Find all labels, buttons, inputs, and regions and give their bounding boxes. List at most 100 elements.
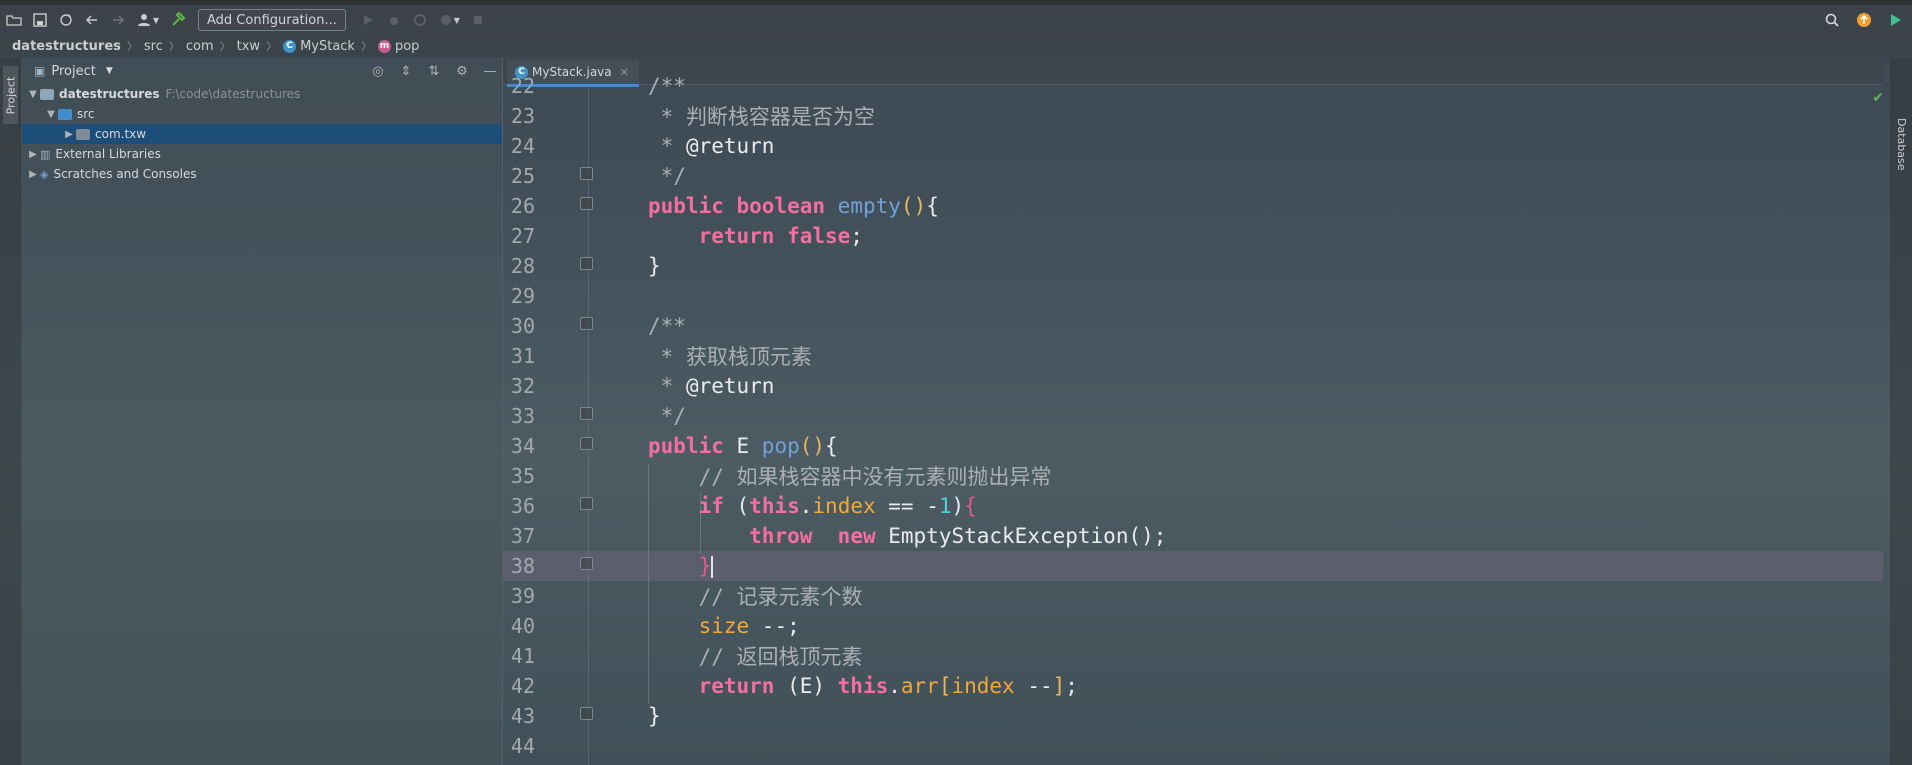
doc-comment-text: 判断栈容器是否为空 [685,105,875,129]
back-icon[interactable] [80,8,104,32]
line-number: 38 [510,554,535,578]
stop-icon[interactable] [466,8,490,32]
code-line: 28} [503,251,1883,281]
open-icon[interactable] [2,8,26,32]
hide-icon[interactable]: — [480,61,500,81]
plugin-icon[interactable] [1884,8,1908,32]
breadcrumb-com[interactable]: com [186,39,214,54]
code-line: 35 // 如果栈容器中没有元素则抛出异常 [503,461,1883,491]
tree-item-src[interactable]: ▼ src [22,104,502,124]
breadcrumb-separator: 〉 [168,40,180,53]
project-tool-window-button[interactable]: Project [3,66,18,124]
breadcrumb-project[interactable]: datestructures [12,39,121,54]
update-icon[interactable] [1852,8,1876,32]
code-text: public E pop(){ [648,434,838,458]
database-tool-button[interactable]: Database [1895,118,1908,171]
code-text: * @return [648,134,775,158]
breadcrumb-class[interactable]: C MyStack [283,39,355,54]
code-line: 33 */ [503,401,1883,431]
code-text: public boolean empty(){ [648,194,939,218]
code-text: throw new EmptyStackException(); [749,524,1167,548]
fold-marker-icon[interactable] [580,437,593,450]
code-line: 44 [503,731,1883,761]
gear-icon[interactable]: ⚙ [452,61,472,81]
breadcrumb-separator: 〉 [126,40,138,53]
fold-marker-icon[interactable] [580,497,593,510]
code-editor[interactable]: 22/** 23 * 判断栈容器是否为空 24 * @return 25 */ … [503,74,1883,765]
code-text: */ [648,404,686,428]
breadcrumb-method[interactable]: m pop [377,38,420,54]
debug-icon[interactable] [382,8,406,32]
add-configuration-button[interactable]: Add Configuration... [198,9,346,31]
line-number: 29 [510,284,535,308]
fold-marker-icon[interactable] [580,167,593,180]
breadcrumb-separator: 〉 [360,40,372,53]
line-number: 42 [510,674,535,698]
project-panel: ▣ Project ▼ ◎ ⇕ ⇅ ⚙ — ▼ datestructures F… [22,58,503,765]
line-number: 22 [510,74,535,98]
forward-icon[interactable] [106,8,130,32]
tree-item-label: External Libraries [55,147,161,161]
locate-icon[interactable]: ◎ [368,61,388,81]
fold-marker-icon[interactable] [580,197,593,210]
tree-item-external-libraries[interactable]: ▶ ▥ External Libraries [22,144,502,164]
source-folder-icon [58,108,72,120]
chevron-right-icon[interactable]: ▶ [62,129,76,140]
project-view-selector[interactable]: Project [51,64,95,79]
build-hammer-icon[interactable] [166,8,190,32]
left-tool-stripe [0,58,22,765]
line-number: 26 [510,194,535,218]
save-icon[interactable] [28,8,52,32]
chevron-right-icon[interactable]: ▶ [26,169,40,180]
search-icon[interactable] [1820,8,1844,32]
tree-item-label: Scratches and Consoles [53,167,197,181]
doc-comment-text: 获取栈顶元素 [685,345,812,369]
code-line: 23 * 判断栈容器是否为空 [503,101,1883,131]
breadcrumb-method-label: pop [394,38,420,54]
code-text: } [698,554,714,578]
project-tool-label: Project [4,76,18,114]
code-line: 41 // 返回栈顶元素 [503,641,1883,671]
code-text: * 判断栈容器是否为空 [648,105,875,129]
fold-marker-icon[interactable] [580,257,593,270]
tree-item-package[interactable]: ▶ com.txw [22,124,502,144]
fold-marker-icon[interactable] [580,707,593,720]
inspection-ok-icon[interactable]: ✔ [1872,90,1884,106]
code-text: */ [648,164,686,188]
code-line: 37 throw new EmptyStackException(); [503,521,1883,551]
line-number: 40 [510,614,535,638]
line-comment: // 如果栈容器中没有元素则抛出异常 [698,465,1052,489]
breadcrumb-class-label: MyStack [300,38,355,54]
folder-icon [40,88,54,100]
collapse-all-icon[interactable]: ⇅ [424,61,444,81]
line-number: 44 [510,734,535,758]
code-line: 39 // 记录元素个数 [503,581,1883,611]
code-line: 40 size --; [503,611,1883,641]
breadcrumb-src[interactable]: src [144,39,163,54]
sync-icon[interactable] [54,8,78,32]
library-icon: ▥ [40,147,51,161]
code-line: 24 * @return [503,131,1883,161]
code-line: 22 /** [503,71,1883,101]
profile-icon[interactable]: ▼ [434,8,464,32]
method-icon: m [377,39,391,53]
run-icon[interactable] [356,8,380,32]
tree-item-project[interactable]: ▼ datestructures F:\code\datestructures [22,84,502,104]
breadcrumb-txw[interactable]: txw [237,39,260,54]
user-icon[interactable]: ▼ [132,8,164,32]
chevron-down-icon[interactable]: ▼ [44,109,58,120]
chevron-down-icon[interactable]: ▼ [106,66,113,76]
chevron-right-icon[interactable]: ▶ [26,149,40,160]
tree-item-scratches[interactable]: ▶ ◈ Scratches and Consoles [22,164,502,184]
line-number: 34 [510,434,535,458]
line-number: 31 [510,344,535,368]
fold-marker-icon[interactable] [580,317,593,330]
code-line: 32 * @return [503,371,1883,401]
fold-marker-icon[interactable] [580,557,593,570]
code-line: 42 return (E) this.arr[index --]; [503,671,1883,701]
chevron-down-icon[interactable]: ▼ [26,89,40,100]
code-line: 31 * 获取栈顶元素 [503,341,1883,371]
fold-marker-icon[interactable] [580,407,593,420]
coverage-icon[interactable] [408,8,432,32]
expand-all-icon[interactable]: ⇕ [396,61,416,81]
